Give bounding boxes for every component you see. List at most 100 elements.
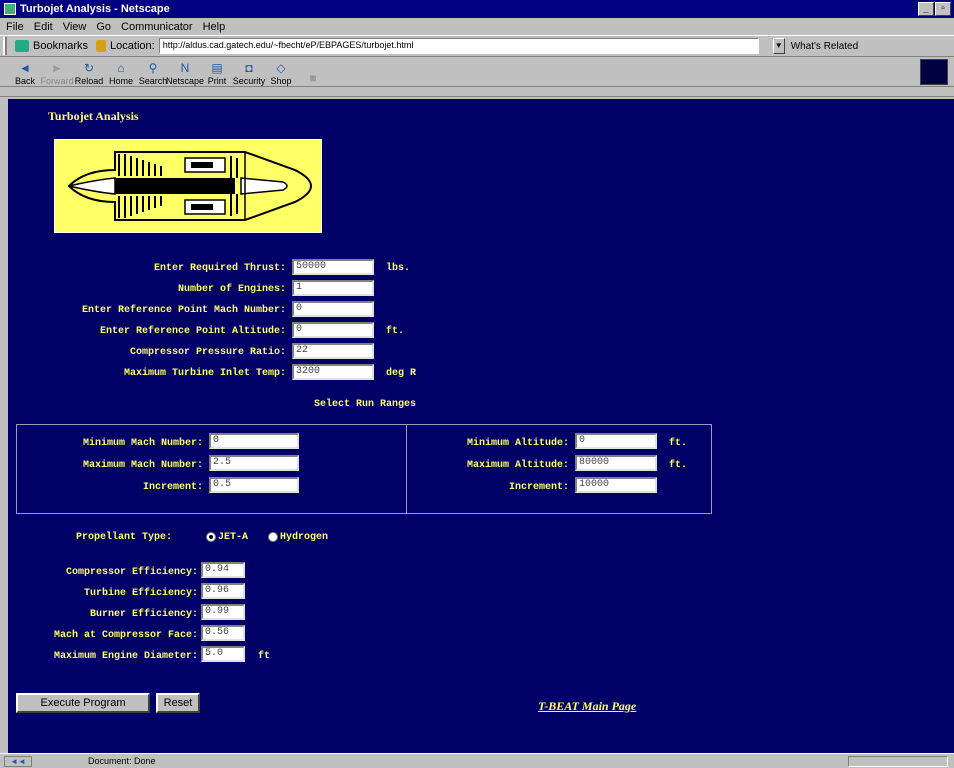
run-ranges-heading: Select Run Ranges	[314, 399, 417, 410]
netscape-icon: N	[180, 61, 190, 75]
min-mach-input[interactable]: 0	[209, 433, 299, 449]
page-heading: Turbojet Analysis	[48, 109, 139, 123]
print-icon: ▤	[211, 61, 223, 75]
forward-arrow-icon: ►	[51, 61, 63, 75]
connection-status-icon: ◄◄	[4, 755, 32, 767]
minimize-button[interactable]: _	[918, 2, 934, 16]
ref-mach-input[interactable]: 0	[292, 301, 374, 317]
back-button[interactable]: ◄ Back	[10, 61, 40, 86]
home-icon: ⌂	[117, 61, 125, 75]
thrust-label: Enter Required Thrust:	[153, 263, 286, 274]
ref-altitude-input[interactable]: 0	[292, 322, 374, 338]
menu-file[interactable]: File	[6, 21, 24, 33]
max-altitude-input[interactable]: 80000	[575, 455, 657, 471]
compressor-face-mach-label: Mach at Compressor Face:	[53, 630, 198, 641]
engines-label: Number of Engines:	[177, 284, 286, 295]
print-button[interactable]: ▤ Print	[202, 61, 232, 86]
title-bar: Turbojet Analysis - Netscape _ ▫	[0, 0, 954, 18]
turbine-efficiency-label: Turbine Efficiency:	[83, 588, 198, 599]
menu-edit[interactable]: Edit	[34, 21, 53, 33]
location-label: Location:	[110, 40, 155, 52]
turbine-efficiency-input[interactable]: 0.96	[201, 583, 245, 599]
propellant-hydrogen-label[interactable]: Hydrogen	[280, 532, 328, 543]
execute-program-button[interactable]: Execute Program	[16, 693, 150, 713]
tbeat-main-page-link[interactable]: T-BEAT Main Page	[538, 699, 636, 714]
engine-diameter-input[interactable]: 5.0	[201, 646, 245, 662]
min-altitude-label: Minimum Altitude:	[466, 438, 569, 449]
search-button[interactable]: ⚲ Search	[138, 61, 168, 86]
max-altitude-unit: ft.	[669, 460, 688, 471]
turbine-temp-label: Maximum Turbine Inlet Temp:	[123, 368, 286, 379]
ref-mach-label: Enter Reference Point Mach Number:	[81, 305, 286, 316]
home-button[interactable]: ⌂ Home	[106, 61, 136, 86]
compressor-efficiency-input[interactable]: 0.94	[201, 562, 245, 578]
engines-input[interactable]: 1	[292, 280, 374, 296]
whats-related-button[interactable]: What's Related	[791, 41, 859, 52]
pressure-ratio-input[interactable]: 22	[292, 343, 374, 359]
url-dropdown-button[interactable]: ▼	[772, 38, 785, 54]
status-text: Document: Done	[88, 756, 156, 766]
url-input[interactable]: http://aldus.cad.gatech.edu/~fbecht/eP/E…	[158, 38, 759, 54]
compressor-efficiency-label: Compressor Efficiency:	[65, 567, 198, 578]
location-icon	[96, 40, 107, 52]
min-mach-label: Minimum Mach Number:	[82, 438, 203, 449]
bookmarks-button[interactable]: Bookmarks	[33, 40, 88, 52]
turbojet-engine-diagram	[54, 139, 322, 233]
reload-button[interactable]: ↻ Reload	[74, 61, 104, 86]
shop-icon: ◇	[276, 61, 286, 75]
ref-altitude-label: Enter Reference Point Altitude:	[99, 326, 286, 337]
reload-icon: ↻	[83, 61, 95, 75]
shop-button[interactable]: ◇ Shop	[266, 61, 296, 86]
stop-button[interactable]: ■	[298, 71, 328, 86]
propellant-label: Propellant Type:	[76, 532, 173, 543]
altitude-increment-input[interactable]: 10000	[575, 477, 657, 493]
netscape-throbber-logo	[920, 59, 948, 85]
range-divider	[406, 425, 407, 513]
mach-increment-input[interactable]: 0.5	[209, 477, 299, 493]
personal-toolbar-strip	[0, 87, 954, 97]
turbine-temp-input[interactable]: 3200	[292, 364, 374, 380]
back-arrow-icon: ◄	[19, 61, 31, 75]
menu-help[interactable]: Help	[203, 21, 226, 33]
engine-diameter-unit: ft	[258, 651, 271, 662]
menu-go[interactable]: Go	[96, 21, 111, 33]
compressor-face-mach-input[interactable]: 0.56	[201, 625, 245, 641]
search-icon: ⚲	[148, 61, 158, 75]
lock-icon: ◘	[245, 61, 253, 75]
propellant-jeta-radio[interactable]	[206, 532, 216, 542]
stop-icon: ■	[309, 71, 317, 85]
thrust-input[interactable]: 50000	[292, 259, 374, 275]
propellant-hydrogen-radio[interactable]	[268, 532, 278, 542]
pressure-ratio-label: Compressor Pressure Ratio:	[129, 347, 286, 358]
altitude-increment-label: Increment:	[508, 482, 569, 493]
location-bar: Bookmarks Location: http://aldus.cad.gat…	[0, 35, 954, 57]
burner-efficiency-input[interactable]: 0.99	[201, 604, 245, 620]
thrust-unit: lbs.	[386, 263, 411, 274]
turbine-temp-unit: deg R	[386, 368, 417, 379]
maximize-button[interactable]: ▫	[935, 2, 951, 16]
menu-communicator[interactable]: Communicator	[121, 21, 193, 33]
navigation-toolbar: ◄ Back ► Forward ↻ Reload ⌂ Home ⚲ Search N Ne…	[0, 57, 954, 87]
mach-increment-label: Increment:	[142, 482, 203, 493]
min-altitude-input[interactable]: 0	[575, 433, 657, 449]
forward-button[interactable]: ► Forward	[41, 61, 74, 86]
max-altitude-label: Maximum Altitude:	[466, 460, 569, 471]
reset-button[interactable]: Reset	[156, 693, 200, 713]
turbojet-engine-drawing	[55, 140, 321, 232]
menu-bar: File Edit View Go Communicator Help	[0, 18, 954, 35]
max-mach-input[interactable]: 2.5	[209, 455, 299, 471]
engine-diameter-label: Maximum Engine Diameter:	[53, 651, 198, 662]
max-mach-label: Maximum Mach Number:	[82, 460, 203, 471]
component-bar[interactable]	[848, 755, 948, 767]
netscape-button[interactable]: N Netscape	[166, 61, 204, 86]
run-ranges-panel: Minimum Mach Number: 0 Maximum Mach Numb…	[16, 424, 712, 514]
ref-altitude-unit: ft.	[386, 326, 405, 337]
security-button[interactable]: ◘ Security	[233, 61, 266, 86]
page-content: Turbojet Analysis Enter Required Thrust:…	[8, 99, 954, 753]
propellant-jeta-label[interactable]: JET-A	[218, 532, 248, 543]
toolbar-grip[interactable]	[3, 37, 7, 55]
bookmarks-icon[interactable]	[15, 40, 29, 52]
status-bar: ◄◄ Document: Done	[0, 753, 954, 768]
menu-view[interactable]: View	[63, 21, 87, 33]
window-title: Turbojet Analysis - Netscape	[20, 3, 170, 15]
